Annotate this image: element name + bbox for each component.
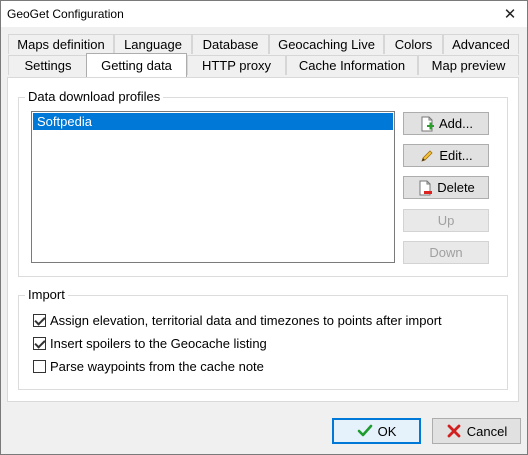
tab-colors[interactable]: Colors [384, 34, 443, 54]
window-title: GeoGet Configuration [7, 7, 124, 21]
tab-advanced[interactable]: Advanced [443, 34, 519, 54]
title-bar: GeoGet Configuration ✕ [1, 1, 527, 27]
ok-button[interactable]: OK [332, 418, 421, 444]
tab-cache-information[interactable]: Cache Information [286, 55, 418, 75]
close-button[interactable]: ✕ [493, 1, 527, 27]
document-add-icon [419, 116, 435, 132]
edit-button[interactable]: Edit... [403, 144, 489, 167]
parse-waypoints-option[interactable]: Parse waypoints from the cache note [33, 357, 264, 375]
delete-button[interactable]: Delete [403, 176, 489, 199]
tab-map-preview[interactable]: Map preview [418, 55, 519, 75]
move-down-label: Down [429, 245, 463, 260]
profiles-listbox[interactable]: Softpedia [31, 111, 395, 263]
tab-database[interactable]: Database [192, 34, 269, 54]
close-icon: ✕ [503, 6, 517, 23]
tab-language[interactable]: Language [114, 34, 192, 54]
assign-elevation-label: Assign elevation, territorial data and t… [50, 312, 442, 328]
insert-spoilers-checkbox[interactable] [33, 336, 46, 350]
checkmark-icon [357, 423, 373, 439]
ok-button-label: OK [377, 423, 397, 439]
document-delete-icon [417, 180, 433, 196]
cancel-button[interactable]: Cancel [432, 418, 521, 444]
tab-http-proxy[interactable]: HTTP proxy [187, 55, 286, 75]
move-up-button[interactable]: Up [403, 209, 489, 232]
cancel-button-label: Cancel [466, 423, 508, 439]
parse-waypoints-label: Parse waypoints from the cache note [50, 358, 264, 374]
delete-button-label: Delete [437, 180, 475, 195]
edit-button-label: Edit... [439, 148, 473, 163]
cross-icon [446, 423, 462, 439]
tab-maps-definition[interactable]: Maps definition [8, 34, 114, 54]
add-button[interactable]: Add... [403, 112, 489, 135]
list-item[interactable]: Softpedia [33, 113, 393, 130]
insert-spoilers-option[interactable]: Insert spoilers to the Geocache listing [33, 334, 267, 352]
insert-spoilers-label: Insert spoilers to the Geocache listing [50, 335, 267, 351]
move-up-label: Up [437, 213, 455, 228]
profiles-group-label: Data download profiles [25, 89, 164, 104]
tab-getting-data[interactable]: Getting data [86, 53, 187, 77]
assign-elevation-checkbox[interactable] [33, 313, 46, 327]
pencil-icon [419, 148, 435, 164]
move-down-button[interactable]: Down [403, 241, 489, 264]
import-group-label: Import [25, 287, 68, 302]
tab-settings[interactable]: Settings [8, 55, 88, 75]
parse-waypoints-checkbox[interactable] [33, 359, 46, 373]
add-button-label: Add... [439, 116, 473, 131]
tab-geocaching-live[interactable]: Geocaching Live [269, 34, 384, 54]
assign-elevation-option[interactable]: Assign elevation, territorial data and t… [33, 311, 442, 329]
